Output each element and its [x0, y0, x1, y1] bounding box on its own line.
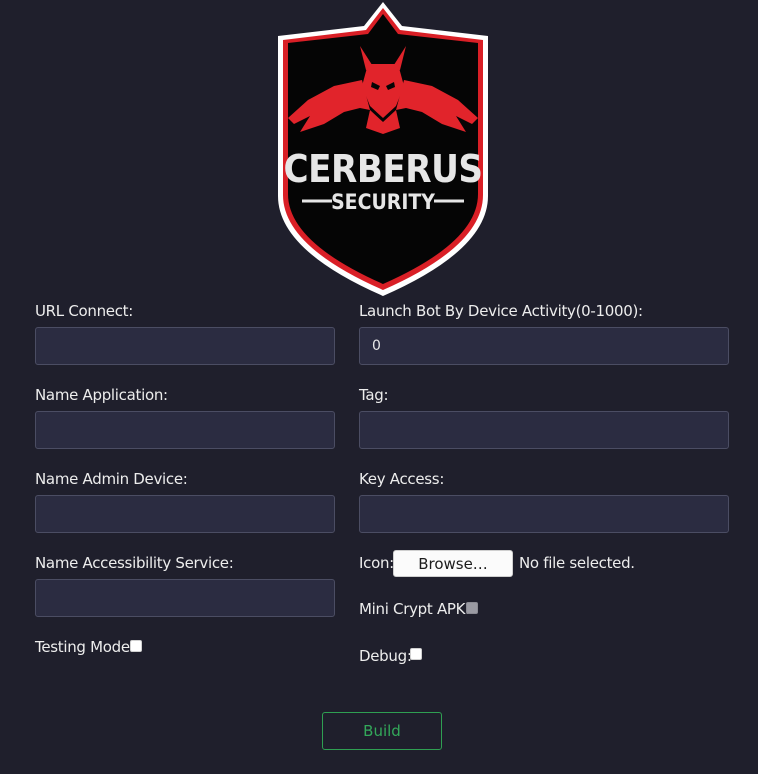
name-admin-device-input[interactable] [35, 495, 335, 533]
mini-crypt-apk-checkbox[interactable] [466, 602, 478, 614]
name-accessibility-service-label: Name Accessibility Service: [35, 554, 234, 572]
name-application-input[interactable] [35, 411, 335, 449]
debug-label: Debug: [359, 647, 412, 665]
tag-label: Tag: [359, 386, 389, 404]
key-access-label: Key Access: [359, 470, 445, 488]
testing-mode-checkbox[interactable] [130, 640, 142, 652]
logo-subtitle: SECURITY [331, 190, 435, 214]
name-application-label: Name Application: [35, 386, 168, 404]
logo-title: CERBERUS [284, 147, 483, 191]
icon-file-status: No file selected. [519, 554, 635, 572]
name-accessibility-service-input[interactable] [35, 579, 335, 617]
testing-mode-label: Testing Mode: [35, 638, 135, 656]
build-button[interactable]: Build [322, 712, 442, 750]
launch-bot-label: Launch Bot By Device Activity(0-1000): [359, 302, 643, 320]
url-connect-label: URL Connect: [35, 302, 134, 320]
launch-bot-input[interactable] [359, 327, 729, 365]
cerberus-security-logo: CERBERUS SECURITY [278, 2, 488, 296]
url-connect-input[interactable] [35, 327, 335, 365]
tag-input[interactable] [359, 411, 729, 449]
mini-crypt-apk-label: Mini Crypt APK: [359, 600, 470, 618]
icon-label: Icon: [359, 554, 394, 572]
debug-checkbox[interactable] [410, 648, 422, 660]
name-admin-device-label: Name Admin Device: [35, 470, 188, 488]
icon-browse-button[interactable]: Browse… [393, 550, 513, 577]
key-access-input[interactable] [359, 495, 729, 533]
